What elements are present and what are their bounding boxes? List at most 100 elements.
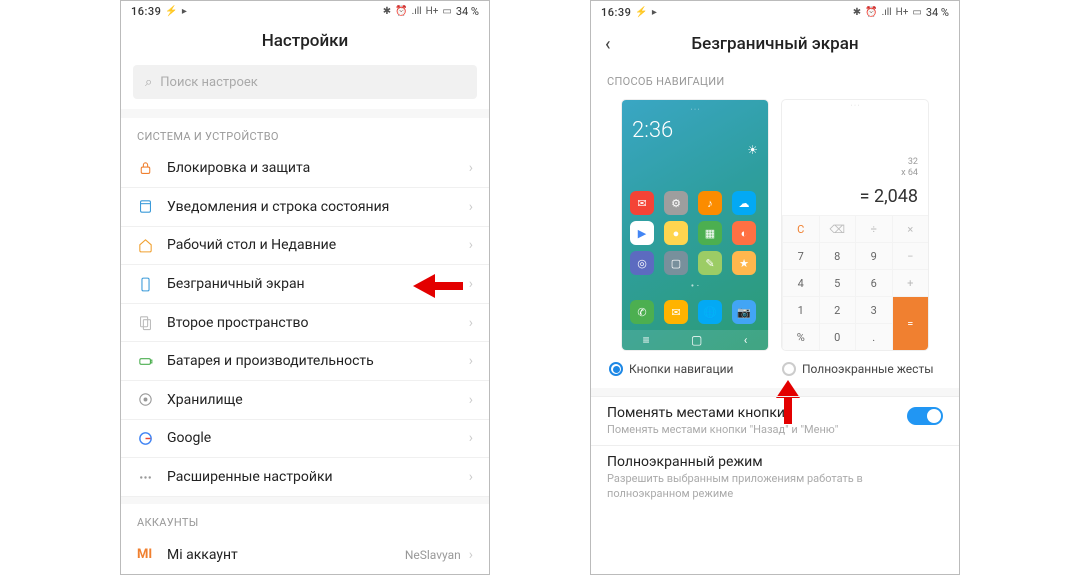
navigation-mode-radios: Кнопки навигации Полноэкранные жесты (591, 356, 959, 388)
row-value: NeSlavyan (405, 548, 461, 562)
radio-checked-icon (609, 362, 623, 376)
setting-subtitle: Поменять местами кнопки "Назад" и "Меню" (607, 423, 943, 437)
app-icon: ● (664, 221, 688, 245)
row-fullscreen-mode[interactable]: Полноэкранный режим Разрешить выбранным … (591, 445, 959, 509)
app-icon: ▢ (664, 251, 688, 275)
chevron-right-icon: › (469, 315, 473, 331)
app-icon: 📷 (732, 300, 756, 324)
chevron-right-icon: › (469, 547, 473, 563)
calc-expr: 32 (792, 157, 918, 169)
page-title: ‹ Безграничный экран (591, 23, 959, 65)
back-button[interactable]: ‹ (605, 23, 611, 65)
phone-settings: 16:39 ⚡ ▸ ✱ ⏰ .ıll H+ ▭ 34 % Настройки ⌕… (120, 0, 490, 575)
row-advanced[interactable]: Расширенные настройки › (121, 458, 489, 497)
battery-icon: ▭ (442, 6, 451, 17)
display-icon (137, 276, 167, 293)
row-lock[interactable]: Блокировка и защита › (121, 149, 489, 188)
mi-icon: MI (137, 547, 167, 562)
more-icon (137, 469, 167, 486)
app-icon: ✆ (630, 300, 654, 324)
calc-keypad: C⌫÷× 789− 456+ 123= %0. (782, 215, 928, 350)
app-icon: ▶ (630, 221, 654, 245)
google-icon (137, 430, 167, 447)
row-label: Уведомления и строка состояния (167, 199, 469, 215)
radio-label: Кнопки навигации (629, 362, 733, 376)
app-icon: 🌐 (698, 300, 722, 324)
storage-icon (137, 391, 167, 408)
radio-gestures-nav[interactable]: Полноэкранные жесты (782, 362, 941, 376)
app-icon: ◎ (630, 251, 654, 275)
app-icon: ✎ (698, 251, 722, 275)
status-glyph: ⚡ (165, 6, 177, 17)
preview-buttons[interactable]: · · · 2:36 ☀ ✉ ⚙ ♪ ☁ ▶ ● ▦ ◐ ◎ ▢ ✎ ★ • ·… (622, 100, 768, 350)
annotation-arrow (413, 272, 463, 300)
navigation-previews: · · · 2:36 ☀ ✉ ⚙ ♪ ☁ ▶ ● ▦ ◐ ◎ ▢ ✎ ★ • ·… (591, 94, 959, 356)
app-icon: ◐ (732, 221, 756, 245)
bluetooth-icon: ✱ (853, 7, 861, 18)
status-time: 16:39 (131, 5, 161, 18)
chevron-right-icon: › (469, 353, 473, 369)
row-label: Расширенные настройки (167, 469, 469, 485)
status-glyph: ▸ (182, 6, 187, 17)
alarm-icon: ⏰ (865, 7, 877, 18)
radio-buttons-nav[interactable]: Кнопки навигации (609, 362, 768, 376)
calc-result: = 2,048 (792, 186, 918, 207)
notification-icon (137, 198, 167, 215)
row-label: Рабочий стол и Недавние (167, 237, 469, 253)
row-label: Mi аккаунт (167, 547, 405, 563)
battery-pct: 34 % (926, 6, 949, 19)
search-icon: ⌕ (145, 75, 152, 90)
app-icon: ▦ (698, 221, 722, 245)
radio-unchecked-icon (782, 362, 796, 376)
battery-pct: 34 % (456, 5, 479, 18)
chevron-right-icon: › (469, 160, 473, 176)
app-icon: ☁ (732, 191, 756, 215)
bluetooth-icon: ✱ (383, 6, 391, 17)
row-storage[interactable]: Хранилище › (121, 381, 489, 420)
radio-label: Полноэкранные жесты (802, 362, 934, 376)
row-homescreen[interactable]: Рабочий стол и Недавние › (121, 227, 489, 266)
setting-subtitle: Разрешить выбранным приложениям работать… (607, 472, 943, 501)
toggle-on[interactable] (907, 407, 943, 425)
chevron-right-icon: › (469, 430, 473, 446)
row-label: Блокировка и защита (167, 160, 469, 176)
weather-icon: ☀ (628, 143, 762, 157)
page-title: Настройки (121, 22, 489, 61)
preview-gestures[interactable]: · · · 32 x 64 = 2,048 C⌫÷× 789− 456+ 123… (782, 100, 928, 350)
app-icon: ✉ (664, 300, 688, 324)
setting-title: Полноэкранный режим (607, 454, 943, 470)
preview-clock: 2:36 (628, 114, 762, 143)
home-icon (137, 237, 167, 254)
alarm-icon: ⏰ (395, 6, 407, 17)
search-placeholder: Поиск настроек (160, 75, 258, 90)
status-glyph: ▸ (652, 7, 657, 18)
chevron-right-icon: › (469, 237, 473, 253)
row-second-space[interactable]: Второе пространство › (121, 304, 489, 343)
battery-icon: ▭ (912, 7, 921, 18)
row-swap-buttons[interactable]: Поменять местами кнопки Поменять местами… (591, 396, 959, 445)
row-label: Второе пространство (167, 315, 469, 331)
calc-expr: x 64 (792, 168, 918, 180)
app-icon: ★ (732, 251, 756, 275)
app-icon: ✉ (630, 191, 654, 215)
chevron-right-icon: › (469, 199, 473, 215)
section-header: АККАУНТЫ (121, 504, 489, 535)
section-header: СПОСОБ НАВИГАЦИИ (591, 65, 959, 94)
app-icon: ⚙ (664, 191, 688, 215)
app-icon: ♪ (698, 191, 722, 215)
app-grid: ✉ ⚙ ♪ ☁ ▶ ● ▦ ◐ ◎ ▢ ✎ ★ (628, 189, 762, 277)
row-battery[interactable]: Батарея и производительность › (121, 342, 489, 381)
signal-icon: .ıll (882, 7, 892, 18)
row-label: Батарея и производительность (167, 353, 469, 369)
status-bar: 16:39 ⚡ ▸ ✱ ⏰ .ıll H+ ▭ 34 % (591, 1, 959, 23)
row-label: Хранилище (167, 392, 469, 408)
search-input[interactable]: ⌕ Поиск настроек (133, 65, 477, 99)
row-fullscreen-display[interactable]: Безграничный экран › (121, 265, 489, 304)
row-mi-account[interactable]: MI Mi аккаунт NeSlavyan › (121, 535, 489, 574)
network-icon: H+ (896, 7, 909, 18)
second-space-icon (137, 314, 167, 331)
row-notifications[interactable]: Уведомления и строка состояния › (121, 188, 489, 227)
setting-title: Поменять местами кнопки (607, 405, 943, 421)
row-google[interactable]: Google › (121, 420, 489, 459)
status-bar: 16:39 ⚡ ▸ ✱ ⏰ .ıll H+ ▭ 34 % (121, 1, 489, 22)
